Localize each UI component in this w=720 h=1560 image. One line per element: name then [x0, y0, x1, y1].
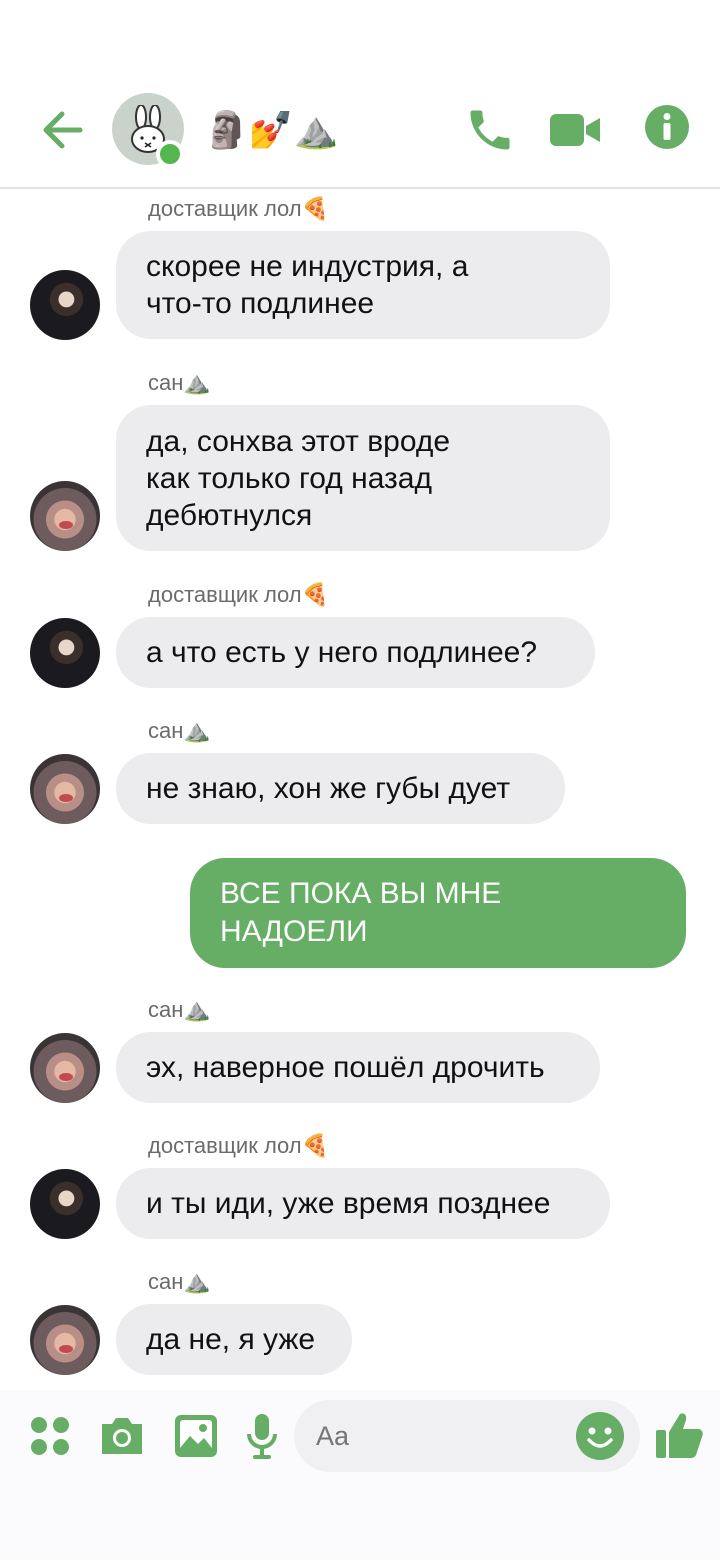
- message-sender-name: сан⛰️: [148, 718, 211, 743]
- chat-header: 🗿💅⛰️: [0, 0, 720, 189]
- avatar-sender-1[interactable]: [30, 618, 100, 688]
- gallery-icon[interactable]: [174, 1414, 218, 1458]
- avatar-sender-2[interactable]: [30, 1305, 100, 1375]
- video-call-icon[interactable]: [548, 104, 602, 156]
- group-name[interactable]: 🗿💅⛰️: [204, 106, 338, 154]
- message-bubble-incoming[interactable]: эх, наверное пошёл дрочить: [116, 1032, 600, 1103]
- apps-icon[interactable]: [30, 1416, 70, 1456]
- online-status-dot: [156, 140, 184, 168]
- message-bubble-incoming[interactable]: скорее не индустрия, а что-то подлинее: [116, 231, 610, 339]
- avatar-sender-1[interactable]: [30, 1169, 100, 1239]
- avatar-sender-2[interactable]: [30, 1033, 100, 1103]
- phone-call-icon[interactable]: [464, 104, 516, 156]
- message-sender-name: доставщик лол🍕: [148, 1133, 330, 1158]
- message-bubble-outgoing[interactable]: ВСЕ ПОКА ВЫ МНЕ НАДОЕЛИ: [190, 858, 686, 968]
- message-bubble-incoming[interactable]: да, сонхва этот вроде как только год наз…: [116, 405, 610, 551]
- info-icon[interactable]: [644, 104, 690, 150]
- message-sender-name: сан⛰️: [148, 997, 211, 1022]
- thumbs-up-icon[interactable]: [654, 1410, 704, 1460]
- message-sender-name: сан⛰️: [148, 370, 211, 395]
- message-sender-name: доставщик лол🍕: [148, 196, 330, 221]
- emoji-icon[interactable]: [576, 1412, 624, 1460]
- avatar-sender-1[interactable]: [30, 270, 100, 340]
- back-arrow-icon[interactable]: [38, 106, 86, 154]
- microphone-icon[interactable]: [246, 1412, 278, 1460]
- camera-icon[interactable]: [98, 1414, 146, 1458]
- avatar-sender-2[interactable]: [30, 754, 100, 824]
- message-bubble-incoming[interactable]: и ты иди, уже время позднее: [116, 1168, 610, 1239]
- message-sender-name: сан⛰️: [148, 1269, 211, 1294]
- avatar-sender-2[interactable]: [30, 481, 100, 551]
- message-bubble-incoming[interactable]: а что есть у него подлинее?: [116, 617, 595, 688]
- message-bubble-incoming[interactable]: да не, я уже: [116, 1304, 352, 1375]
- message-sender-name: доставщик лол🍕: [148, 582, 330, 607]
- message-bubble-incoming[interactable]: не знаю, хон же губы дует: [116, 753, 565, 824]
